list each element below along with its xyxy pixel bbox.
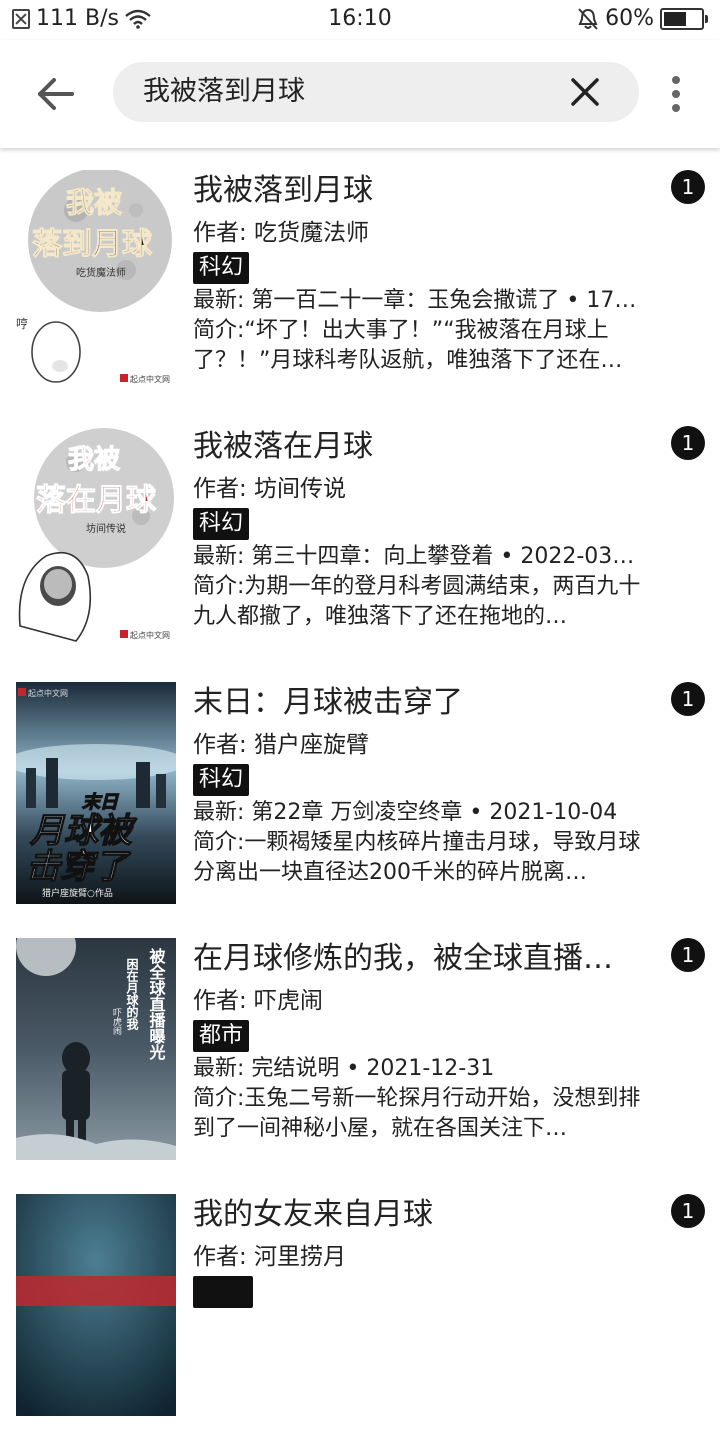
cover-title-line-1: 被全球直播曝光 — [147, 947, 167, 1061]
cover-publisher: 起点中文网 — [130, 374, 170, 384]
status-bar: 111 B/s 16:10 60% — [0, 0, 720, 40]
cover-author: 猎户座旋臂○作品 — [42, 887, 113, 899]
svg-text:哼: 哼 — [16, 316, 28, 331]
cover-title-line-1: 我被 — [68, 445, 120, 475]
cover-image — [16, 1194, 176, 1416]
search-results-list: 我被 落到月球 吃货魔法师 哼 起点中文网 我被落到月球 作者: 吃货魔法师 科… — [0, 150, 720, 1430]
book-description: 简介:一颗褐矮星内核碎片撞击月球，导致月球分离出一块直径达200千米的碎片脱离… — [193, 830, 641, 885]
book-title: 末日：月球被击穿了 — [193, 685, 463, 720]
latest-chapter: 最新: 第22章 万剑凌空终章 • 2021-10-04 — [193, 800, 618, 825]
cover-author: 吓虎闹 — [111, 1008, 122, 1036]
cover-title-line-1: 我被 — [66, 186, 122, 219]
book-description: 简介:玉兔二号新一轮探月行动开始，没想到排到了一间神秘小屋，就在各国关注下… — [193, 1086, 641, 1141]
count-badge: 1 — [671, 1194, 705, 1228]
battery-icon — [660, 7, 708, 30]
book-item[interactable]: 我的女友来自月球 作者: 河里捞月 1 — [0, 1174, 720, 1430]
genre-tag — [193, 1276, 253, 1308]
book-cover[interactable]: 我被 落在月球 坊间传说 起点中文网 — [16, 426, 176, 648]
count-badge: 1 — [671, 682, 705, 716]
book-item[interactable]: 我被 落在月球 坊间传说 起点中文网 我被落在月球 作者: 坊间传说 科幻 最新… — [0, 406, 720, 662]
cover-title-line-2: 落在月球 — [36, 483, 157, 518]
book-cover[interactable]: 起点中文网 末日 月球被 击穿了 猎户座旋臂○作品 — [16, 682, 176, 904]
cover-image: 起点中文网 末日 月球被 击穿了 猎户座旋臂○作品 — [16, 682, 176, 904]
search-input[interactable] — [143, 62, 543, 122]
book-item[interactable]: 起点中文网 末日 月球被 击穿了 猎户座旋臂○作品 末日：月球被击穿了 作者: … — [0, 662, 720, 918]
book-author: 作者: 河里捞月 — [193, 1244, 347, 1270]
book-cover[interactable]: 我被 落到月球 吃货魔法师 哼 起点中文网 — [16, 170, 176, 392]
count-badge: 1 — [671, 938, 705, 972]
book-author: 作者: 坊间传说 — [193, 476, 347, 502]
search-toolbar — [0, 40, 720, 148]
cover-title-line-1: 末日 — [82, 792, 119, 813]
book-title: 我的女友来自月球 — [193, 1197, 433, 1232]
genre-tag: 科幻 — [193, 252, 250, 284]
genre-tag: 科幻 — [193, 508, 250, 540]
book-description: 简介:为期一年的登月科考圆满结束，两百九十九人都撤了，唯独落下了还在拖地的… — [193, 574, 641, 629]
battery-percent: 60% — [605, 6, 654, 31]
cover-publisher: 起点中文网 — [28, 688, 68, 698]
book-item[interactable]: 我被 落到月球 吃货魔法师 哼 起点中文网 我被落到月球 作者: 吃货魔法师 科… — [0, 150, 720, 406]
book-title: 我被落到月球 — [193, 173, 373, 208]
book-cover[interactable] — [16, 1194, 176, 1416]
cover-image: 被全球直播曝光 困在月球的我 吓虎闹 — [16, 938, 176, 1160]
cover-author: 吃货魔法师 — [76, 266, 126, 279]
bell-muted-icon — [578, 7, 598, 30]
cover-title-line-2: 困在月球的我 — [125, 958, 139, 1031]
clear-search-button[interactable] — [565, 72, 605, 112]
latest-chapter: 最新: 第三十四章：向上攀登着 • 2022-03… — [193, 544, 635, 569]
cover-author: 坊间传说 — [86, 522, 126, 535]
cover-publisher: 起点中文网 — [130, 630, 170, 640]
cover-image: 我被 落到月球 吃货魔法师 哼 起点中文网 — [16, 170, 176, 392]
search-box — [113, 62, 639, 122]
cover-title-line-2: 落到月球 — [32, 227, 153, 262]
back-button[interactable] — [30, 68, 82, 120]
book-author: 作者: 猎户座旋臂 — [193, 732, 370, 758]
count-badge: 1 — [671, 170, 705, 204]
book-author: 作者: 吃货魔法师 — [193, 220, 370, 246]
cover-title-line-2: 月球被 — [29, 811, 138, 851]
genre-tag: 科幻 — [193, 764, 250, 796]
arrow-left-icon — [38, 78, 74, 110]
book-title: 在月球修炼的我，被全球直播… — [193, 941, 613, 976]
book-title: 我被落在月球 — [193, 429, 373, 464]
latest-chapter: 最新: 完结说明 • 2021-12-31 — [193, 1056, 495, 1081]
book-description: 简介:“坏了！出大事了！”“我被落在月球上了？！”月球科考队返航，唯独落下了还在… — [193, 318, 623, 373]
cover-title-line-3: 击穿了 — [26, 847, 132, 887]
cover-image: 我被 落在月球 坊间传说 起点中文网 — [16, 426, 176, 648]
close-icon — [571, 78, 599, 106]
book-cover[interactable]: 被全球直播曝光 困在月球的我 吓虎闹 — [16, 938, 176, 1160]
book-author: 作者: 吓虎闹 — [193, 988, 324, 1014]
more-vertical-icon — [672, 76, 680, 112]
genre-tag: 都市 — [193, 1020, 250, 1052]
latest-chapter: 最新: 第一百二十一章：玉兔会撒谎了 • 17… — [193, 288, 637, 313]
more-options-button[interactable] — [664, 74, 688, 114]
count-badge: 1 — [671, 426, 705, 460]
book-item[interactable]: 被全球直播曝光 困在月球的我 吓虎闹 在月球修炼的我，被全球直播… 作者: 吓虎… — [0, 918, 720, 1174]
